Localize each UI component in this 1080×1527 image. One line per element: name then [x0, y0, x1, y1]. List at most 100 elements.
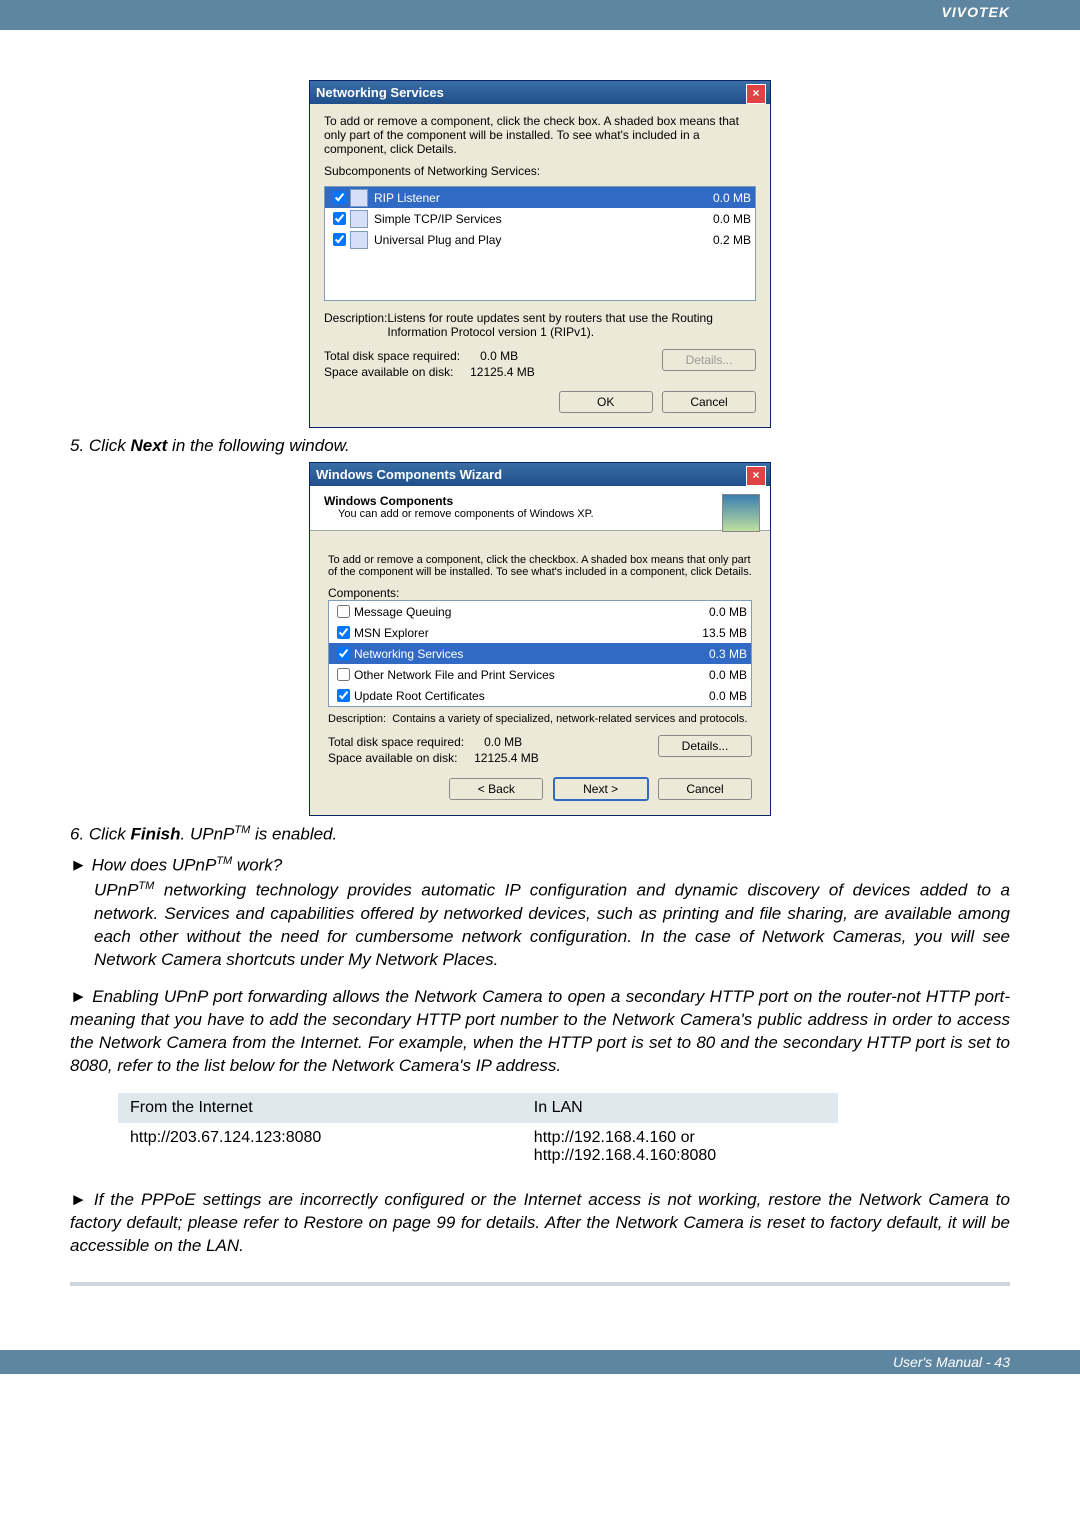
wizard-titlebar: Windows Components Wizard × [310, 463, 770, 486]
components-list: Message Queuing 0.0 MB MSN Explorer 13.5… [328, 600, 752, 707]
desc-text: Contains a variety of specialized, netwo… [392, 713, 747, 725]
total-label: Total disk space required: [324, 349, 460, 363]
list-item[interactable]: Networking Services 0.3 MB [329, 643, 751, 664]
q1-body-text: networking technology provides automatic… [94, 881, 1010, 969]
q1-pre: How does UPnP [92, 855, 217, 874]
step6-post: . UPnP [181, 825, 235, 844]
step6-bold: Finish [130, 825, 180, 844]
lan-line1: http://192.168.4.160 or [534, 1129, 695, 1146]
list-item[interactable]: Universal Plug and Play 0.2 MB [325, 229, 755, 250]
q3-text: If the PPPoE settings are incorrectly co… [70, 1190, 1010, 1255]
q1-post: work? [232, 855, 282, 874]
item-size: 13.5 MB [677, 626, 747, 640]
question-1-heading: ► How does UPnPTM work? [70, 855, 1010, 876]
brand-text: VIVOTEK [942, 4, 1010, 20]
cancel-button[interactable]: Cancel [658, 778, 752, 800]
question-3-body: ► If the PPPoE settings are incorrectly … [70, 1189, 1010, 1258]
question-2-body: ► Enabling UPnP port forwarding allows t… [70, 986, 1010, 1078]
item-label: Message Queuing [354, 605, 677, 619]
ok-button[interactable]: OK [559, 391, 653, 413]
wizard-body: To add or remove a component, click the … [310, 531, 770, 815]
wizard-intro: To add or remove a component, click the … [328, 554, 752, 578]
tm-mark: TM [216, 855, 232, 867]
wizard-subheading: You can add or remove components of Wind… [338, 508, 760, 520]
table-header-row: From the Internet In LAN [118, 1093, 838, 1123]
next-button[interactable]: Next > [553, 777, 649, 801]
list-item[interactable]: Other Network File and Print Services 0.… [329, 664, 751, 685]
item-label: RIP Listener [374, 191, 681, 205]
q1-body-pre: UPnP [94, 881, 138, 900]
col-spacer [448, 1093, 522, 1123]
description-row: Description: Listens for route updates s… [324, 311, 756, 339]
dialog-titlebar: Networking Services × [310, 81, 770, 104]
item-size: 0.2 MB [681, 233, 751, 247]
item-size: 0.0 MB [677, 668, 747, 682]
component-icon [350, 189, 368, 207]
checkbox[interactable] [337, 668, 350, 681]
item-label: Update Root Certificates [354, 689, 677, 703]
wizard-description: Description: Contains a variety of speci… [328, 713, 752, 725]
checkbox[interactable] [333, 233, 346, 246]
question-1-body: UPnPTM networking technology provides au… [94, 879, 1010, 971]
description-label: Description: [324, 311, 387, 339]
subcomponents-label: Subcomponents of Networking Services: [324, 164, 756, 178]
checkbox[interactable] [337, 605, 350, 618]
avail-label: Space available on disk: [328, 751, 457, 765]
button-row: OK Cancel [324, 391, 756, 413]
list-item[interactable]: MSN Explorer 13.5 MB [329, 622, 751, 643]
brand-header: VIVOTEK [0, 0, 1080, 24]
total-value: 0.0 MB [484, 735, 522, 749]
checkbox[interactable] [333, 212, 346, 225]
arrow-icon: ► [70, 987, 87, 1006]
checkbox[interactable] [337, 647, 350, 660]
description-text: Listens for route updates sent by router… [387, 311, 756, 339]
item-size: 0.3 MB [677, 647, 747, 661]
page-footer: User's Manual - 43 [0, 1350, 1080, 1374]
avail-value: 12125.4 MB [474, 751, 539, 765]
cell-spacer [448, 1123, 522, 1171]
item-label: Other Network File and Print Services [354, 668, 677, 682]
col-in-lan: In LAN [522, 1093, 838, 1123]
tm-mark: TM [138, 880, 154, 892]
desc-label: Description: [328, 713, 386, 725]
item-size: 0.0 MB [681, 191, 751, 205]
components-wizard-dialog: Windows Components Wizard × Windows Comp… [309, 462, 771, 816]
checkbox[interactable] [337, 689, 350, 702]
back-button[interactable]: < Back [449, 778, 543, 800]
components-label: Components: [328, 586, 752, 600]
checkbox[interactable] [337, 626, 350, 639]
tm-mark: TM [234, 824, 250, 836]
cancel-button[interactable]: Cancel [662, 391, 756, 413]
avail-label: Space available on disk: [324, 365, 453, 379]
step5-pre: 5. Click [70, 436, 130, 455]
list-item[interactable]: Update Root Certificates 0.0 MB [329, 685, 751, 706]
subcomponents-list: RIP Listener 0.0 MB Simple TCP/IP Servic… [324, 186, 756, 301]
close-icon[interactable]: × [746, 466, 766, 486]
dialog-title: Networking Services [316, 85, 444, 100]
wizard-button-row: < Back Next > Cancel [328, 777, 752, 801]
list-item[interactable]: Message Queuing 0.0 MB [329, 601, 751, 622]
total-value: 0.0 MB [480, 349, 518, 363]
footer-divider [70, 1282, 1010, 1286]
step6-pre: 6. Click [70, 825, 130, 844]
lan-line2: http://192.168.4.160:8080 [534, 1147, 716, 1164]
details-button[interactable]: Details... [662, 349, 756, 371]
component-icon [350, 210, 368, 228]
avail-value: 12125.4 MB [470, 365, 535, 379]
item-size: 0.0 MB [681, 212, 751, 226]
arrow-icon: ► [70, 1190, 87, 1209]
wizard-title: Windows Components Wizard [316, 467, 502, 482]
item-label: Simple TCP/IP Services [374, 212, 681, 226]
cell-internet: http://203.67.124.123:8080 [118, 1123, 448, 1171]
dialog-body: To add or remove a component, click the … [310, 104, 770, 427]
list-empty-area [325, 250, 755, 300]
networking-services-dialog: Networking Services × To add or remove a… [309, 80, 771, 428]
col-from-internet: From the Internet [118, 1093, 448, 1123]
list-item[interactable]: Simple TCP/IP Services 0.0 MB [325, 208, 755, 229]
list-item[interactable]: RIP Listener 0.0 MB [325, 187, 755, 208]
checkbox[interactable] [333, 191, 346, 204]
details-button[interactable]: Details... [658, 735, 752, 757]
close-icon[interactable]: × [746, 84, 766, 104]
step5-post: in the following window. [167, 436, 349, 455]
step-5: 5. Click Next in the following window. [70, 436, 1010, 456]
